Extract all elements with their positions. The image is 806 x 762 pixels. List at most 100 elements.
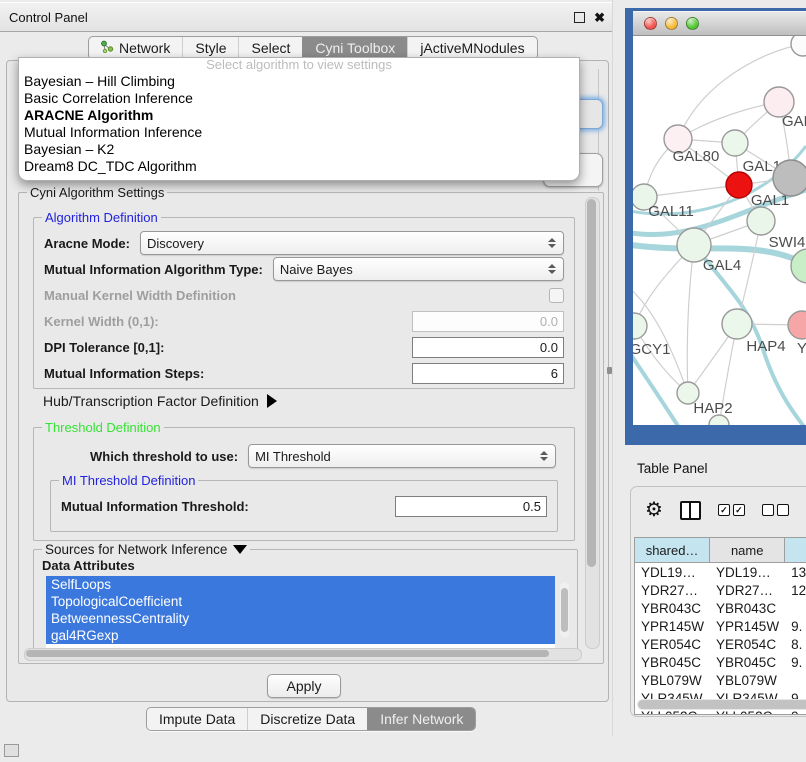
dropdown-item-mutual-information-inference[interactable]: Mutual Information Inference (19, 124, 579, 141)
attribute-item-selfloops[interactable]: SelfLoops (46, 576, 555, 593)
mi-steps-field[interactable]: 6 (412, 363, 564, 384)
combo-arrows-icon (547, 264, 557, 274)
checked-pair-icon[interactable]: ✓✓ (718, 504, 745, 516)
network-node-swi4[interactable] (747, 207, 775, 235)
group-title: MI Threshold Definition (59, 473, 198, 488)
tab-jactivemnodules[interactable]: jActiveMNodules (407, 37, 536, 59)
table-panel-window: ⚙✓✓ shared…nameYDL19…YDL19…13YDR27…YDR27… (630, 486, 806, 717)
network-view-window: GALGAL80GAL10GAL1GAL11SWI4GAL4GCY1HAP4YH… (625, 8, 806, 445)
columns-icon[interactable] (680, 501, 701, 520)
minimize-traffic-light[interactable] (665, 17, 678, 30)
column-header-shared[interactable]: shared… (635, 538, 710, 562)
settings-vertical-scrollbar[interactable] (585, 197, 600, 649)
table-cell: 12 (785, 581, 806, 599)
data-attributes-label: Data Attributes (42, 558, 135, 573)
tab-label: Select (251, 40, 290, 56)
manual-kernel-checkbox[interactable] (549, 288, 564, 303)
table-cell: YDL19… (710, 563, 785, 581)
table-cell: YER054C (710, 635, 785, 653)
table-header-row: shared…name (635, 538, 806, 563)
table-row[interactable]: YDR27…YDR27…12 (635, 581, 806, 599)
node-table[interactable]: shared…nameYDL19…YDL19…13YDR27…YDR27…12Y… (634, 537, 806, 715)
tab-cyni-toolbox[interactable]: Cyni Toolbox (302, 37, 407, 59)
dropdown-item-bayesian-hill-climbing[interactable]: Bayesian – Hill Climbing (19, 73, 579, 90)
tab-network[interactable]: Network (89, 37, 182, 59)
table-cell: YBL079W (710, 671, 785, 689)
table-cell: YDL19… (635, 563, 710, 581)
expand-arrow-icon[interactable] (267, 394, 277, 408)
tab-infer-network[interactable]: Infer Network (367, 708, 475, 730)
network-node-y[interactable] (788, 311, 806, 339)
tab-style[interactable]: Style (182, 37, 238, 59)
float-window-icon[interactable] (574, 12, 585, 23)
manual-kernel-label: Manual Kernel Width Definition (44, 288, 236, 303)
table-row[interactable]: YBR045CYBR045C9. (635, 653, 806, 671)
table-row[interactable]: YBR043CYBR043C (635, 599, 806, 617)
cyni-algorithm-settings-group: Cyni Algorithm Settings Algorithm Defini… (18, 192, 604, 664)
zoom-traffic-light[interactable] (686, 17, 699, 30)
collapse-arrow-icon[interactable] (233, 545, 247, 554)
settings-horizontal-scrollbar[interactable] (24, 648, 582, 661)
column-header-cut[interactable] (785, 538, 806, 562)
which-threshold-select[interactable]: MI Threshold (248, 444, 556, 468)
attribute-item-topologicalcoefficient[interactable]: TopologicalCoefficient (46, 593, 555, 610)
table-cell: 13 (785, 563, 806, 581)
dropdown-item-bayesian-k2[interactable]: Bayesian – K2 (19, 141, 579, 158)
aracne-mode-select[interactable]: Discovery (140, 231, 564, 255)
apply-button[interactable]: Apply (267, 674, 341, 698)
gear-icon[interactable]: ⚙ (645, 500, 663, 520)
mi-threshold-group: MI Threshold Definition Mutual Informati… (50, 480, 558, 532)
network-node-gal1[interactable] (726, 172, 752, 198)
network-node-gal10[interactable] (722, 130, 748, 156)
column-header-name[interactable]: name (710, 538, 785, 562)
dropdown-item-aracne-algorithm[interactable]: ARACNE Algorithm (19, 107, 579, 124)
mi-algorithm-type-select[interactable]: Naive Bayes (273, 257, 564, 281)
close-traffic-light[interactable] (644, 17, 657, 30)
dpi-tolerance-field[interactable]: 0.0 (412, 337, 564, 358)
tab-discretize-data[interactable]: Discretize Data (247, 708, 367, 730)
mi-steps-label: Mutual Information Steps: (44, 366, 204, 381)
attribute-item-gal4rgexp[interactable]: gal4RGexp (46, 627, 555, 644)
attributes-scrollbar[interactable] (560, 582, 569, 638)
hub-definition-expander[interactable]: Hub/Transcription Factor Definition (43, 393, 277, 409)
unchecked-pair-icon[interactable] (762, 504, 789, 516)
sources-title: Sources for Network Inference (45, 542, 227, 557)
tab-label: Discretize Data (260, 711, 355, 727)
network-node-gcy1[interactable] (633, 313, 647, 339)
mi-type-label: Mutual Information Algorithm Type: (44, 262, 263, 277)
tab-impute-data[interactable]: Impute Data (147, 708, 247, 730)
splitter-handle[interactable] (607, 367, 612, 374)
table-horizontal-scrollbar[interactable] (637, 699, 806, 710)
table-row[interactable]: YDL19…YDL19…13 (635, 563, 806, 581)
network-node[interactable] (773, 160, 806, 196)
attribute-item-betweennesscentrality[interactable]: BetweennessCentrality (46, 610, 555, 627)
table-row[interactable]: YPR145WYPR145W9. (635, 617, 806, 635)
dropdown-item-basic-correlation-inference[interactable]: Basic Correlation Inference (19, 90, 579, 107)
table-row[interactable]: YBL079WYBL079W (635, 671, 806, 689)
network-canvas[interactable]: GALGAL80GAL10GAL1GAL11SWI4GAL4GCY1HAP4YH… (633, 36, 806, 425)
table-cell: YPR145W (710, 617, 785, 635)
tab-select[interactable]: Select (238, 37, 302, 59)
mi-threshold-field[interactable]: 0.5 (395, 496, 547, 517)
network-node[interactable] (791, 36, 806, 56)
dock-panel-icon[interactable] (4, 744, 19, 757)
network-node[interactable] (791, 249, 806, 283)
data-attributes-list[interactable]: SelfLoopsTopologicalCoefficientBetweenne… (46, 576, 555, 650)
network-edge[interactable] (644, 185, 739, 197)
panel-divider (612, 0, 613, 736)
tab-label: Infer Network (380, 711, 463, 727)
table-cell: YDR27… (635, 581, 710, 599)
dropdown-item-dream8-dc-tdc-algorithm[interactable]: Dream8 DC_TDC Algorithm (19, 158, 579, 175)
network-window-titlebar[interactable] (633, 11, 806, 36)
table-row[interactable]: YER054CYER054C8. (635, 635, 806, 653)
kernel-width-field[interactable]: 0.0 (412, 311, 564, 332)
network-edge[interactable] (687, 245, 694, 393)
network-node-hap4[interactable] (722, 309, 752, 339)
node-label: GAL (782, 113, 806, 130)
which-threshold-label: Which threshold to use: (90, 449, 238, 464)
control-panel-titlebar: Control Panel ✖ (0, 2, 613, 32)
close-icon[interactable]: ✖ (594, 11, 605, 24)
group-title: Algorithm Definition (42, 210, 161, 225)
bottom-tab-bar: Impute Data Discretize Data Infer Network (146, 707, 476, 731)
table-cell: 9. (785, 653, 806, 671)
